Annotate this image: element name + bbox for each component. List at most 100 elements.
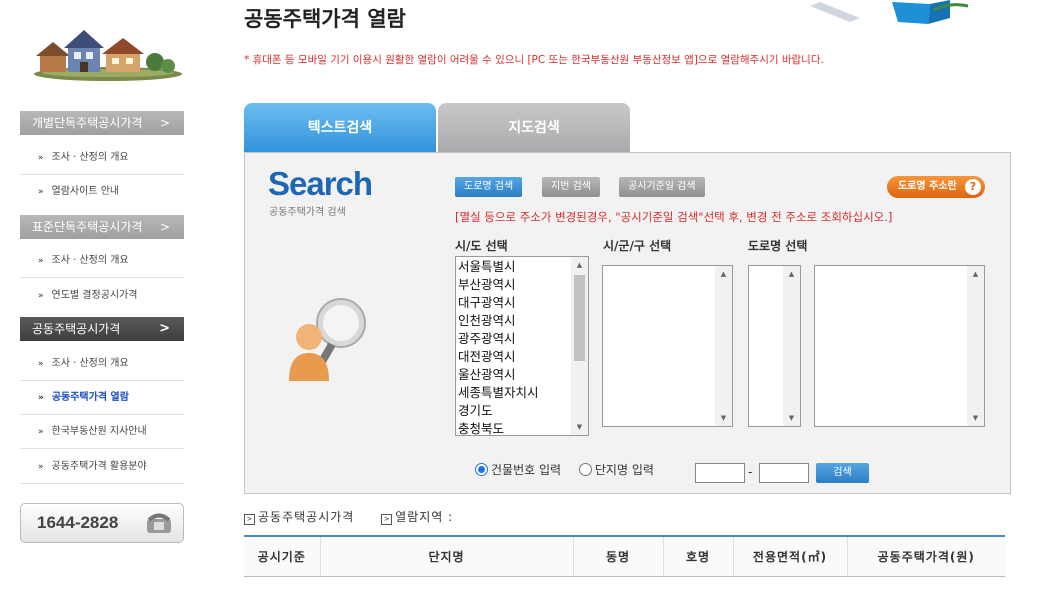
scroll-up-icon[interactable]: ▲ bbox=[715, 270, 732, 278]
road-name-select-list[interactable]: ▲ ▼ bbox=[814, 265, 985, 427]
sido-option[interactable]: 부산광역시 bbox=[458, 276, 588, 294]
bullet-icon: » bbox=[38, 462, 44, 472]
sidebar-item-individual-overview[interactable]: » 조사 · 산정의 개요 bbox=[20, 141, 184, 175]
sidebar-item-label: 공동주택가격 열람 bbox=[51, 392, 129, 403]
results-category-label: 공동주택공시가격 bbox=[258, 510, 355, 524]
complex-name-radio-label[interactable]: 단지명 입력 bbox=[595, 463, 654, 477]
road-name-label: 도로명 선택 bbox=[748, 239, 808, 253]
chevron-right-icon: > bbox=[159, 220, 170, 234]
sidebar-item-label: 한국부동산원 지사안내 bbox=[51, 426, 147, 437]
sido-option[interactable]: 경기도 bbox=[458, 402, 588, 420]
bullet-icon: » bbox=[38, 256, 44, 266]
road-address-help-label: 도로명 주소란 bbox=[898, 181, 957, 192]
sido-option[interactable]: 서울특별시 bbox=[458, 258, 588, 276]
bullet-icon: » bbox=[38, 291, 44, 301]
sidebar-item-label: 공동주택가격 활용분야 bbox=[51, 461, 147, 472]
box-arrow-icon: > bbox=[244, 514, 255, 525]
sidebar-item-viewing-sites[interactable]: » 열람사이트 안내 bbox=[20, 175, 184, 209]
scrollbar[interactable]: ▲ ▼ bbox=[967, 266, 984, 426]
scrollbar[interactable]: ▲ ▼ bbox=[571, 257, 588, 435]
sidebar-item-label: 열람사이트 안내 bbox=[51, 186, 120, 197]
column-header-price: 공동주택가격(원) bbox=[846, 535, 1005, 577]
bullet-icon: » bbox=[38, 187, 44, 197]
sido-option[interactable]: 울산광역시 bbox=[458, 366, 588, 384]
column-header-unit: 호명 bbox=[662, 535, 733, 577]
sido-option[interactable]: 광주광역시 bbox=[458, 330, 588, 348]
results-table: 공시기준 단지명 동명 호명 전용면적(㎡) 공동주택가격(원) bbox=[244, 535, 1005, 577]
building-number-radio[interactable] bbox=[475, 463, 488, 476]
sidebar-header-individual-house[interactable]: 개별단독주택공시가격 > bbox=[20, 111, 184, 135]
road-name-search-button[interactable]: 도로명 검색 bbox=[455, 177, 523, 197]
column-header-reference: 공시기준 bbox=[244, 535, 320, 577]
bullet-icon: » bbox=[38, 153, 44, 163]
search-panel: Search 공동주택가격 검색 도로명 검색 지번 검색 공시기준일 검색 도… bbox=[244, 152, 1011, 494]
building-main-number-input[interactable] bbox=[695, 463, 745, 483]
scroll-up-icon[interactable]: ▲ bbox=[571, 261, 588, 269]
sido-option[interactable]: 충청북도 bbox=[458, 420, 588, 435]
sidebar-header-label: 공동주택공시가격 bbox=[32, 322, 121, 336]
building-number-radio-label[interactable]: 건물번호 입력 bbox=[491, 463, 561, 477]
search-submit-button[interactable]: 검색 bbox=[816, 463, 869, 483]
number-separator: - bbox=[748, 465, 753, 479]
sido-option[interactable]: 대구광역시 bbox=[458, 294, 588, 312]
address-change-notice: [멸실 등으로 주소가 변경된경우, "공시기준일 검색"선택 후, 변경 전 … bbox=[455, 210, 893, 224]
chevron-right-icon: > bbox=[159, 321, 170, 336]
sidebar-item-apartment-viewing[interactable]: » 공동주택가격 열람 bbox=[20, 381, 184, 415]
sido-options: 서울특별시 부산광역시 대구광역시 인천광역시 광주광역시 대전광역시 울산광역시 세종특별자… bbox=[456, 257, 588, 435]
search-logo-text: Search bbox=[268, 165, 373, 202]
sidebar-header-standard-house[interactable]: 표준단독주택공시가격 > bbox=[20, 215, 184, 239]
sidebar-item-label: 조사 · 산정의 개요 bbox=[51, 152, 129, 163]
scrollbar[interactable]: ▲ ▼ bbox=[715, 266, 732, 426]
column-header-complex: 단지명 bbox=[319, 535, 573, 577]
sidebar-item-label: 조사 · 산정의 개요 bbox=[51, 255, 129, 266]
sidebar-item-label: 조사 · 산정의 개요 bbox=[51, 358, 129, 369]
complex-name-radio[interactable] bbox=[578, 463, 592, 476]
scroll-up-icon[interactable]: ▲ bbox=[967, 270, 984, 278]
sigungu-label: 시/군/구 선택 bbox=[603, 239, 672, 253]
chevron-right-icon: > bbox=[159, 116, 170, 130]
road-address-help-button[interactable]: 도로명 주소란 ? bbox=[887, 176, 985, 198]
mobile-notice: * 휴대폰 등 모바일 기기 이용시 원활한 열람이 어려울 수 있으니 [PC… bbox=[244, 54, 824, 66]
sidebar-item-usage-fields[interactable]: » 공동주택가격 활용분야 bbox=[20, 450, 184, 484]
sido-option[interactable]: 세종특별자치시 bbox=[458, 384, 588, 402]
building-sub-number-input[interactable] bbox=[759, 463, 809, 483]
lot-number-search-button[interactable]: 지번 검색 bbox=[542, 177, 600, 197]
results-region-label: 열람지역 : bbox=[395, 510, 454, 524]
search-logo-subtitle: 공동주택가격 검색 bbox=[269, 207, 346, 218]
users-magnifier-icon bbox=[289, 298, 366, 381]
page-title: 공동주택가격 열람 bbox=[244, 7, 406, 31]
sidebar-item-branch-info[interactable]: » 한국부동산원 지사안내 bbox=[20, 415, 184, 449]
sidebar-header-apartment[interactable]: 공동주택공시가격 > bbox=[20, 317, 184, 341]
sigungu-select-list[interactable]: ▲ ▼ bbox=[602, 265, 733, 427]
results-header-row: 공시기준 단지명 동명 호명 전용면적(㎡) 공동주택가격(원) bbox=[244, 535, 1005, 577]
scroll-up-icon[interactable]: ▲ bbox=[783, 270, 800, 278]
column-header-building: 동명 bbox=[572, 535, 663, 577]
sidebar-item-label: 연도별 결정공시가격 bbox=[51, 290, 138, 301]
sidebar-header-label: 표준단독주택공시가격 bbox=[32, 220, 143, 234]
tab-text-search[interactable]: 텍스트검색 bbox=[244, 103, 436, 153]
sidebar-item-yearly-prices[interactable]: » 연도별 결정공시가격 bbox=[20, 279, 184, 313]
bullet-icon: » bbox=[38, 427, 44, 437]
scrollbar[interactable]: ▲ ▼ bbox=[783, 266, 800, 426]
scroll-down-icon[interactable]: ▼ bbox=[967, 414, 984, 422]
reference-date-search-button[interactable]: 공시기준일 검색 bbox=[619, 177, 705, 197]
tab-map-search[interactable]: 지도검색 bbox=[438, 103, 630, 153]
box-arrow-icon: > bbox=[381, 514, 393, 525]
sido-select-list[interactable]: 서울특별시 부산광역시 대구광역시 인천광역시 광주광역시 대전광역시 울산광역시 세종특별자… bbox=[455, 256, 589, 436]
results-info-row: > 공동주택공시가격 > 열람지역 : bbox=[244, 508, 453, 525]
scroll-down-icon[interactable]: ▼ bbox=[715, 414, 732, 422]
sido-option[interactable]: 대전광역시 bbox=[458, 348, 588, 366]
road-initial-select-list[interactable]: ▲ ▼ bbox=[748, 265, 801, 427]
scroll-down-icon[interactable]: ▼ bbox=[571, 423, 588, 431]
sidebar-item-standard-overview[interactable]: » 조사 · 산정의 개요 bbox=[20, 244, 184, 278]
decorative-graphic bbox=[810, 0, 969, 24]
bullet-icon: » bbox=[38, 393, 44, 403]
scroll-thumb[interactable] bbox=[574, 275, 585, 361]
column-header-area: 전용면적(㎡) bbox=[732, 535, 847, 577]
sido-option[interactable]: 인천광역시 bbox=[458, 312, 588, 330]
bullet-icon: » bbox=[38, 359, 44, 369]
phone-icon bbox=[147, 513, 171, 533]
sidebar-item-apartment-overview[interactable]: » 조사 · 산정의 개요 bbox=[20, 347, 184, 381]
scroll-down-icon[interactable]: ▼ bbox=[783, 414, 800, 422]
sido-label: 시/도 선택 bbox=[455, 239, 508, 253]
